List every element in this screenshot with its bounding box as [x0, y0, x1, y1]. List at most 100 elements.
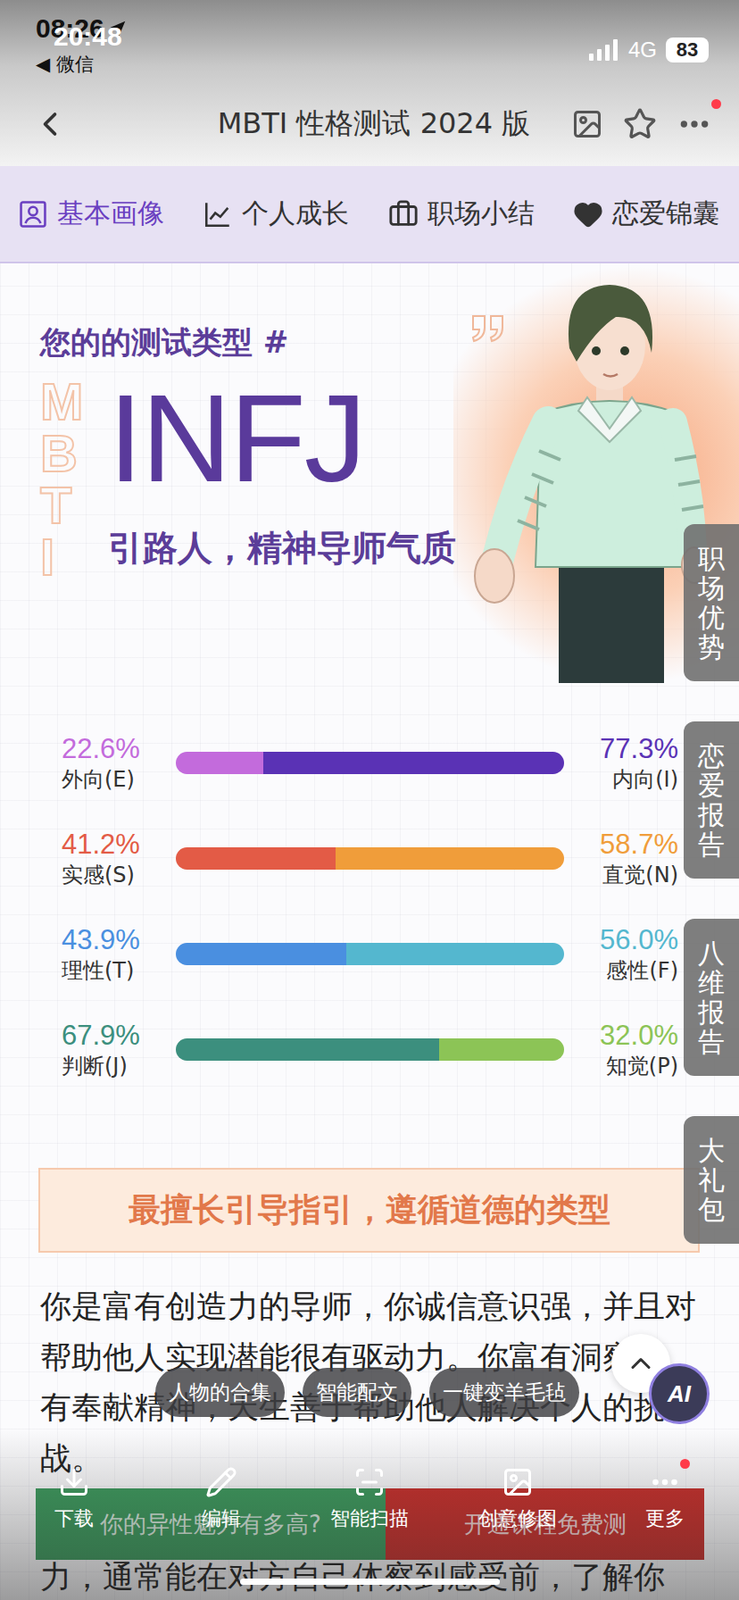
nav-title: MBTI 性格测试 2024 版 [83, 104, 557, 144]
tab-label: 个人成长 [241, 195, 349, 233]
tab-label: 恋爱锦囊 [612, 195, 720, 233]
right-label: 知觉(P) [606, 1051, 679, 1080]
left-percent: 43.9% [61, 923, 141, 956]
bar-right-fill [346, 942, 565, 965]
tab[interactable]: 基本画像 [17, 195, 165, 233]
type-subtitle: 引路人，精神导师气质 [107, 523, 457, 573]
dimension-bar [175, 751, 565, 774]
tab[interactable]: 恋爱锦囊 [572, 195, 720, 233]
bar-right-fill [263, 751, 565, 774]
ai-button[interactable]: AI [648, 1362, 710, 1424]
side-tab[interactable]: 大礼包 [683, 1115, 739, 1244]
toolbar-label: 下载 [54, 1504, 94, 1532]
side-tab[interactable]: 恋爱报告 [683, 721, 739, 879]
floating-chip[interactable]: 一键变羊毛毡 [429, 1367, 580, 1417]
star-icon[interactable] [622, 107, 657, 142]
toolbar-item[interactable]: 下载 [0, 1465, 149, 1532]
chart-icon [202, 199, 233, 230]
hero-row: MBTI INFJ引路人，精神导师气质 [40, 375, 454, 583]
back-icon[interactable] [30, 104, 70, 144]
more-icon [648, 1465, 681, 1498]
right-percent: 58.7% [599, 828, 679, 861]
tab-label: 职场小结 [427, 195, 535, 233]
scan-icon [353, 1465, 386, 1498]
more-button[interactable] [676, 106, 713, 142]
side-tab[interactable]: 八维报告 [683, 918, 739, 1076]
badge-dot [680, 1458, 690, 1469]
nav-bar: MBTI 性格测试 2024 版 [0, 82, 739, 167]
hero-text: 您的的测试类型 #MBTIINFJ引路人，精神导师气质 [0, 263, 454, 705]
chip-row: 人物的合集智能配文一键变羊毛毡 [155, 1367, 580, 1417]
bottom-toolbar: 下载 编辑智能扫描 创意修图 更多 [0, 1465, 739, 1532]
side-tab[interactable]: 职场优势 [683, 523, 739, 681]
battery: 83 [665, 37, 709, 63]
dimension-bar [175, 942, 565, 965]
left-percent: 41.2% [61, 828, 141, 861]
toolbar-item[interactable]: 创意修图 [443, 1465, 592, 1532]
heart-icon [572, 199, 604, 230]
badge-dot [711, 99, 722, 109]
toolbar-item[interactable]: 智能扫描 [295, 1465, 444, 1532]
bar-left-fill [175, 1037, 440, 1061]
image-icon [501, 1465, 534, 1498]
dimension-right: 58.7%直觉(N) [564, 828, 679, 889]
floating-chip[interactable]: 智能配文 [302, 1367, 412, 1417]
time: 08:2620:48 [35, 10, 128, 47]
bar-left-fill [175, 942, 347, 965]
dimension-left: 67.9%判断(J) [61, 1019, 176, 1080]
dimension-left: 43.9%理性(T) [61, 923, 176, 985]
bar-left-fill [175, 751, 264, 774]
person-icon [17, 199, 49, 230]
tab[interactable]: 职场小结 [388, 195, 535, 233]
status-right: 4G 83 [589, 37, 709, 63]
watermark: MBTI [40, 375, 84, 583]
toolbar-label: 智能扫描 [330, 1504, 409, 1532]
tab[interactable]: 个人成长 [202, 195, 349, 233]
toolbar-item[interactable]: 编辑 [148, 1465, 297, 1532]
toolbar-icon-wrap [648, 1465, 681, 1498]
dimension-right: 56.0%感性(F) [564, 923, 679, 985]
side-tab-label: 职场优势 [697, 543, 725, 662]
status-left: 08:2620:48 ◀ 微信 [35, 10, 128, 77]
toolbar-icon-wrap [501, 1465, 534, 1498]
dimension-right: 77.3%内向(I) [564, 732, 679, 794]
bar-right-fill [335, 846, 565, 870]
dimension-left: 22.6%外向(E) [61, 732, 176, 794]
tab-bar: 基本画像 个人成长 职场小结 恋爱锦囊 [0, 166, 739, 264]
right-label: 内向(I) [612, 764, 679, 794]
dimension-right: 32.0%知觉(P) [564, 1019, 679, 1080]
left-label: 判断(J) [61, 1051, 128, 1080]
network: 4G [628, 37, 657, 63]
pencil-icon [205, 1465, 238, 1498]
dimension-bar [175, 1037, 565, 1061]
bar-right-fill [439, 1037, 565, 1061]
type-banner: 最擅长引导指引，遵循道德的类型 [38, 1167, 700, 1253]
type-column: INFJ引路人，精神导师气质 [107, 375, 457, 583]
right-label: 感性(F) [606, 955, 679, 985]
image-icon[interactable] [571, 107, 604, 141]
toolbar-item[interactable]: 更多 [590, 1465, 739, 1532]
top-chrome: 08:2620:48 ◀ 微信 4G 83 MBTI 性格测试 2024 版 [0, 0, 739, 167]
download-icon [58, 1465, 91, 1498]
briefcase-icon [388, 199, 419, 230]
toolbar-label: 更多 [645, 1504, 685, 1532]
dimension-bar [175, 846, 565, 870]
right-percent: 32.0% [599, 1019, 679, 1052]
floating-chip[interactable]: 人物的合集 [155, 1367, 285, 1417]
left-label: 实感(S) [61, 860, 135, 889]
chevron-up-icon [624, 1346, 657, 1379]
right-label: 直觉(N) [602, 860, 679, 889]
nav-icons [571, 106, 713, 142]
quote-icon [469, 314, 507, 343]
more-icon[interactable] [676, 106, 713, 142]
left-label: 理性(T) [61, 955, 134, 985]
signal-icon [589, 39, 620, 61]
back-app[interactable]: ◀ 微信 [35, 51, 128, 77]
toolbar-label: 创意修图 [478, 1504, 557, 1532]
left-percent: 67.9% [61, 1019, 141, 1052]
toolbar-icon-wrap [205, 1465, 238, 1498]
right-percent: 77.3% [599, 732, 679, 765]
dimension-row: 22.6%外向(E) 77.3%内向(I) [61, 714, 679, 811]
dimension-left: 41.2%实感(S) [61, 828, 176, 889]
right-percent: 56.0% [599, 923, 679, 956]
